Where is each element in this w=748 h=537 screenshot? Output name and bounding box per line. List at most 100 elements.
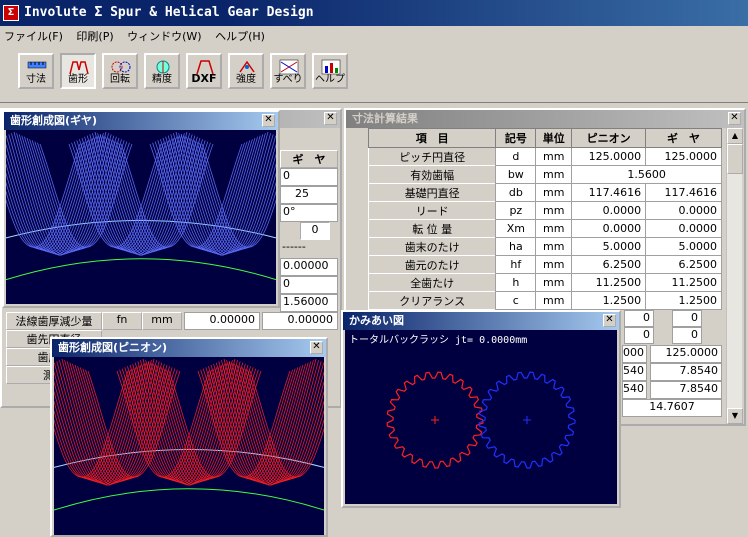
row-unit: mm	[535, 237, 573, 256]
col-item: 項 目	[367, 128, 497, 148]
close-icon[interactable]: ✕	[728, 112, 741, 125]
results-scrollbar[interactable]: ▲ ▼	[726, 128, 743, 424]
app-icon: Σ	[3, 5, 19, 21]
partial-cell: 000	[622, 345, 647, 363]
menu-print[interactable]: 印刷(P)	[72, 26, 119, 44]
row-unit: mm	[535, 165, 573, 184]
row-pinion-value[interactable]: 0.00000	[184, 312, 260, 330]
row-label: 全歯たけ	[367, 273, 497, 292]
strength-button[interactable]: 強度	[228, 53, 264, 89]
app-title-bar: Σ Involute Σ Spur & Helical Gear Design	[0, 0, 748, 26]
mesh-title: かみあい図	[349, 314, 404, 327]
table-row: 基礎円直径 db mm 117.4616 117.4616	[367, 183, 722, 202]
input-value[interactable]: 0	[300, 222, 330, 240]
input-header-gear: ギ ヤ	[280, 150, 338, 168]
help-label: ヘルプ	[315, 74, 345, 85]
row-gear-value: 125.0000	[645, 147, 722, 166]
row-label: 歯元のたけ	[367, 255, 497, 274]
menu-window[interactable]: ウィンドウ(W)	[123, 26, 207, 44]
table-row: 歯元のたけ hf mm 6.2500 6.2500	[367, 255, 722, 274]
help-button[interactable]: ヘルプ	[312, 53, 348, 89]
table-row: 歯末のたけ ha mm 5.0000 5.0000	[367, 237, 722, 256]
dxf-button[interactable]: DXF	[186, 53, 222, 89]
table-row: クリアランス c mm 1.2500 1.2500	[367, 291, 722, 310]
row-label: 法線歯厚減少量	[6, 312, 102, 330]
row-gear-value: 0.0000	[645, 201, 722, 220]
row-label: クリアランス	[367, 291, 497, 310]
close-icon[interactable]: ✕	[262, 114, 275, 127]
table-row: 有効歯幅 bw mm 1.5600	[367, 165, 722, 184]
pinion-profile-title: 歯形創成図(ピニオン)	[58, 341, 168, 354]
partial-cell: 0	[624, 310, 654, 327]
row-symbol: pz	[495, 201, 537, 220]
dimension-label: 寸法	[26, 74, 46, 85]
tooth-profile-label: 歯形	[68, 74, 88, 85]
gear-profile-canvas	[6, 130, 276, 304]
col-pinion: ピニオン	[571, 128, 647, 148]
input-value[interactable]: 0.00000	[280, 258, 338, 276]
row-gear-value: 1.2500	[645, 291, 722, 310]
row-unit: mm	[535, 201, 573, 220]
row-gear-value: 5.0000	[645, 237, 722, 256]
sliding-label: すべり	[273, 74, 303, 85]
input-value[interactable]: 0°	[280, 204, 338, 222]
menu-file[interactable]: ファイル(F)	[0, 26, 69, 44]
row-symbol: c	[495, 291, 537, 310]
row-label: リード	[367, 201, 497, 220]
gear-profile-window: 歯形創成図(ギヤ) ✕	[2, 110, 280, 308]
tooth-trace-line	[56, 361, 312, 484]
row-pinion-value: 125.0000	[571, 147, 647, 166]
row-pinion-value: 0.0000	[571, 219, 647, 238]
mesh-window: かみあい図 ✕ トータルバックラッシ jt= 0.0000mm	[341, 310, 621, 508]
close-icon[interactable]: ✕	[324, 112, 337, 125]
tooth-trace-line	[8, 134, 264, 255]
scroll-up-icon[interactable]: ▲	[727, 128, 743, 144]
close-icon[interactable]: ✕	[310, 341, 323, 354]
row-symbol: bw	[495, 165, 537, 184]
partial-cell: 14.7607	[622, 399, 722, 417]
pinion-profile-window: 歯形創成図(ピニオン) ✕	[50, 337, 328, 537]
row-gear-value: 0.0000	[645, 219, 722, 238]
row-pinion-value: 1.2500	[571, 291, 647, 310]
col-unit: 単位	[535, 128, 573, 148]
input-value[interactable]: 25	[280, 186, 338, 204]
row-gear-value[interactable]: 0.00000	[262, 312, 338, 330]
partial-cell: 0	[672, 310, 702, 327]
table-row: 法線歯厚減少量 fn mm 0.00000 0.00000	[6, 312, 340, 330]
row-gear-value: 11.2500	[645, 273, 722, 292]
input-value[interactable]: 1.56000	[280, 294, 338, 312]
row-label: 歯末のたけ	[367, 237, 497, 256]
row-label: 転 位 量	[367, 219, 497, 238]
menu-help[interactable]: ヘルプ(H)	[211, 26, 271, 44]
tooth-trace-line	[66, 361, 322, 484]
gear-profile-title-bar: 歯形創成図(ギヤ) ✕	[4, 112, 278, 130]
partial-cell: 0	[672, 327, 702, 344]
tooth-trace-line	[59, 360, 314, 485]
row-unit: mm	[535, 255, 573, 274]
scroll-thumb[interactable]	[727, 144, 743, 174]
rotation-button[interactable]: 回転	[102, 53, 138, 89]
pinion-profile-title-bar: 歯形創成図(ピニオン) ✕	[52, 339, 326, 357]
scroll-down-icon[interactable]: ▼	[727, 408, 743, 424]
row-pinion-value: 0.0000	[571, 201, 647, 220]
mesh-canvas: トータルバックラッシ jt= 0.0000mm	[345, 330, 617, 504]
tooth-trace-line	[18, 134, 274, 255]
sliding-button[interactable]: すべり	[270, 53, 306, 89]
tooth-profile-button[interactable]: 歯形	[60, 53, 96, 89]
table-row: 転 位 量 Xm mm 0.0000 0.0000	[367, 219, 722, 238]
row-label: ピッチ円直径	[367, 147, 497, 166]
row-pinion-value: 11.2500	[571, 273, 647, 292]
dimension-button[interactable]: 寸法	[18, 53, 54, 89]
row-unit: mm	[535, 183, 573, 202]
input-value[interactable]: 0	[280, 168, 338, 186]
toolbar: 寸法 歯形 回転 精度 DXF 強度 すべり ヘルプ	[0, 45, 748, 103]
accuracy-button[interactable]: 精度	[144, 53, 180, 89]
row-symbol: hf	[495, 255, 537, 274]
row-unit: mm	[535, 147, 573, 166]
input-value[interactable]: 0	[280, 276, 338, 294]
close-icon[interactable]: ✕	[603, 314, 616, 327]
row-label: 有効歯幅	[367, 165, 497, 184]
base-circle-line	[6, 258, 276, 281]
table-row: 全歯たけ h mm 11.2500 11.2500	[367, 273, 722, 292]
col-symbol: 記号	[495, 128, 537, 148]
